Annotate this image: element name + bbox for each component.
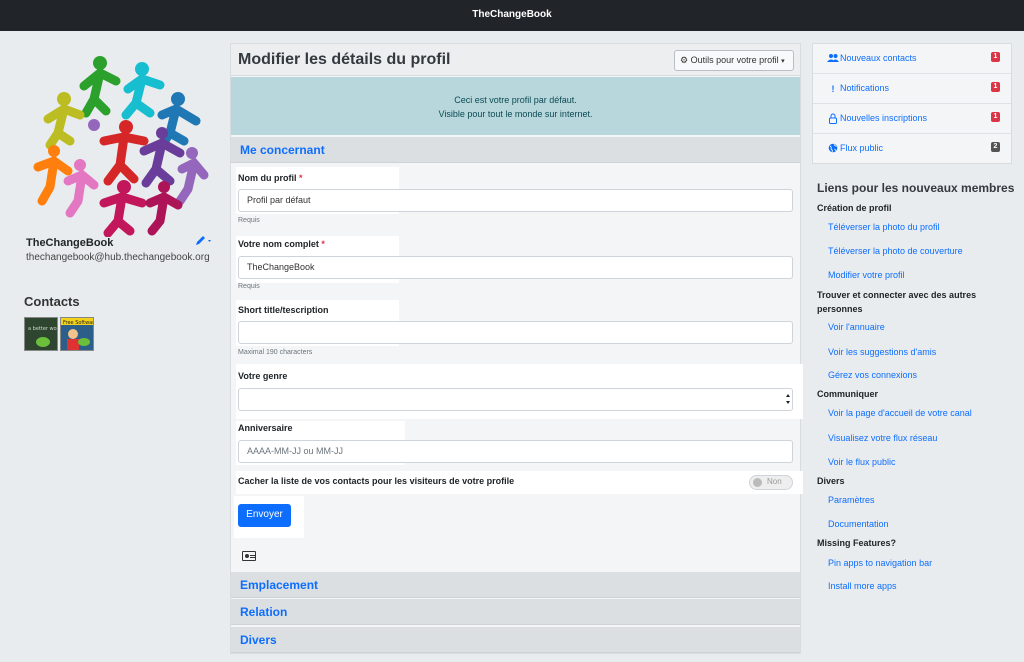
caret-down-icon: ▾ bbox=[781, 58, 785, 65]
birthday-label: Anniversaire bbox=[238, 423, 293, 433]
notif-public-stream[interactable]: Flux public 2 bbox=[813, 134, 1011, 164]
section-location[interactable]: Emplacement bbox=[231, 572, 800, 598]
gender-label: Votre genre bbox=[238, 371, 288, 381]
notif-new-contacts[interactable]: Nouveaux contacts 1 bbox=[813, 44, 1011, 74]
profile-edit-panel: Modifier les détails du profil ⚙ Outils … bbox=[230, 43, 803, 654]
profile-name-input[interactable]: Profil par défaut bbox=[238, 189, 793, 212]
profile-tools-label: Outils pour votre profil bbox=[690, 55, 779, 65]
short-title-label: Short title/tescription bbox=[238, 305, 329, 315]
help-link-settings[interactable]: Paramètres bbox=[828, 495, 875, 505]
help-link-edit-profile[interactable]: Modifier votre profil bbox=[828, 270, 905, 280]
toggle-state: Non bbox=[767, 477, 782, 486]
exclamation-icon: ! bbox=[831, 84, 835, 94]
site-brand[interactable]: TheChangeBook bbox=[0, 9, 1024, 20]
help-link-directory[interactable]: Voir l'annuaire bbox=[828, 322, 885, 332]
section-title: Emplacement bbox=[240, 578, 319, 592]
notice-line: Ceci est votre profil par défaut. bbox=[454, 95, 577, 105]
section-misc[interactable]: Divers bbox=[231, 627, 800, 653]
notif-label: Nouveaux contacts bbox=[840, 53, 917, 63]
notif-count-badge: 1 bbox=[991, 82, 1000, 92]
edit-pencil-icon[interactable] bbox=[194, 235, 214, 249]
gear-icon: ⚙ bbox=[680, 55, 689, 65]
short-title-input[interactable] bbox=[238, 321, 793, 344]
toggle-knob bbox=[753, 478, 762, 487]
max-length-hint: Maximal 190 characters bbox=[238, 349, 313, 356]
notif-label: Nouvelles inscriptions bbox=[840, 113, 928, 123]
hide-contacts-label: Cacher la liste de vos contacts pour les… bbox=[238, 476, 515, 486]
contact-avatar[interactable]: Free Software bbox=[60, 317, 97, 351]
section-title: Divers bbox=[240, 633, 277, 647]
contact-avatar[interactable]: a better world bbox=[24, 317, 63, 351]
profile-avatar[interactable] bbox=[24, 41, 220, 238]
section-about[interactable]: Me concernant bbox=[231, 137, 800, 163]
select-arrows-icon bbox=[786, 394, 790, 404]
help-link-upload-cover[interactable]: Téléverser la photo de couverture bbox=[828, 246, 963, 256]
top-navbar: TheChangeBook bbox=[0, 0, 1024, 31]
notif-label: Flux public bbox=[840, 143, 884, 153]
profile-name-label: Nom du profil * bbox=[238, 173, 303, 183]
new-member-links-title: Liens pour les nouveaux membres bbox=[817, 181, 1015, 195]
community-logo-icon bbox=[33, 56, 209, 238]
profile-tools-dropdown[interactable]: ⚙ Outils pour votre profil ▾ bbox=[674, 50, 794, 71]
users-icon bbox=[827, 53, 839, 65]
notif-label: Notifications bbox=[840, 83, 890, 93]
section-relationship[interactable]: Relation bbox=[231, 599, 800, 625]
help-category: Missing Features? bbox=[817, 538, 897, 548]
page-title: Modifier les détails du profil bbox=[238, 51, 451, 68]
help-category: Trouver et connecter avec des autres bbox=[817, 290, 977, 300]
full-name-input[interactable]: TheChangeBook bbox=[238, 256, 793, 279]
required-hint: Requis bbox=[238, 217, 260, 224]
help-link-pin-apps[interactable]: Pin apps to navigation bar bbox=[828, 558, 932, 568]
required-hint: Requis bbox=[238, 283, 260, 290]
notice-line: Visible pour tout le monde sur internet. bbox=[438, 109, 593, 119]
submit-button[interactable]: Envoyer bbox=[238, 504, 291, 527]
vcard-icon[interactable] bbox=[242, 551, 256, 561]
help-category: Communiquer bbox=[817, 389, 879, 399]
help-link-install-apps[interactable]: Install more apps bbox=[828, 581, 897, 591]
birthday-input[interactable]: AAAA-MM-JJ ou MM-JJ bbox=[238, 440, 793, 463]
notif-notifications[interactable]: ! Notifications 1 bbox=[813, 74, 1011, 104]
profile-address: thechangebook@hub.thechangebook.org bbox=[26, 252, 210, 263]
svg-text:Free Software: Free Software bbox=[63, 320, 93, 326]
help-link-network-stream[interactable]: Visualisez votre flux réseau bbox=[828, 433, 937, 443]
gender-select[interactable] bbox=[238, 388, 793, 411]
section-title: Relation bbox=[240, 605, 288, 619]
left-sidebar: TheChangeBook thechangebook@hub.thechang… bbox=[0, 31, 222, 662]
hide-contacts-toggle[interactable]: Non bbox=[749, 475, 793, 490]
default-profile-notice: Ceci est votre profil par défaut. Visibl… bbox=[231, 77, 800, 135]
help-link-connections[interactable]: Gérez vos connexions bbox=[828, 370, 917, 380]
notif-count-badge: 1 bbox=[991, 52, 1000, 62]
profile-name[interactable]: TheChangeBook bbox=[26, 237, 113, 249]
notif-count-badge: 1 bbox=[991, 112, 1000, 122]
help-category: personnes bbox=[817, 304, 863, 314]
panel-header: Modifier les détails du profil ⚙ Outils … bbox=[231, 44, 800, 76]
help-link-upload-photo[interactable]: Téléverser la photo du profil bbox=[828, 222, 940, 232]
globe-icon bbox=[827, 143, 839, 155]
lock-icon bbox=[827, 113, 839, 125]
help-link-channel-home[interactable]: Voir la page d'accueil de votre canal bbox=[828, 408, 972, 418]
notif-count-badge: 2 bbox=[991, 142, 1000, 152]
notif-registrations[interactable]: Nouvelles inscriptions 1 bbox=[813, 104, 1011, 134]
full-name-label: Votre nom complet * bbox=[238, 239, 325, 249]
help-link-suggestions[interactable]: Voir les suggestions d'amis bbox=[828, 347, 936, 357]
svg-text:a better world: a better world bbox=[28, 326, 57, 332]
help-category: Création de profil bbox=[817, 203, 892, 213]
contacts-heading: Contacts bbox=[24, 294, 80, 309]
section-title: Me concernant bbox=[240, 143, 325, 157]
help-link-documentation[interactable]: Documentation bbox=[828, 519, 889, 529]
help-link-public-stream[interactable]: Voir le flux public bbox=[828, 457, 896, 467]
notifications-panel: Nouveaux contacts 1 ! Notifications 1 No… bbox=[812, 43, 1012, 164]
help-category: Divers bbox=[817, 476, 845, 486]
